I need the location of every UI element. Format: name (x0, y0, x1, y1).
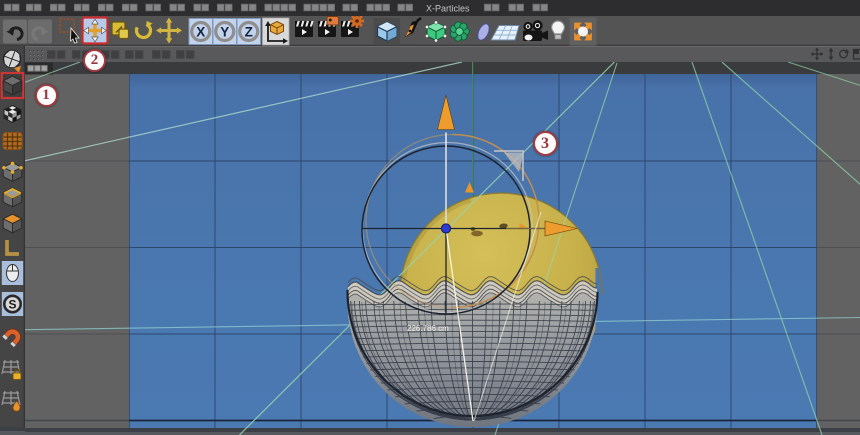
svg-text:Y: Y (220, 24, 229, 39)
svg-text:Z: Z (245, 24, 253, 39)
svg-text:226.786 cm: 226.786 cm (407, 324, 449, 333)
svg-text:S: S (8, 298, 16, 312)
svg-text:X-Particles: X-Particles (426, 4, 470, 14)
svg-text:X: X (196, 24, 205, 39)
